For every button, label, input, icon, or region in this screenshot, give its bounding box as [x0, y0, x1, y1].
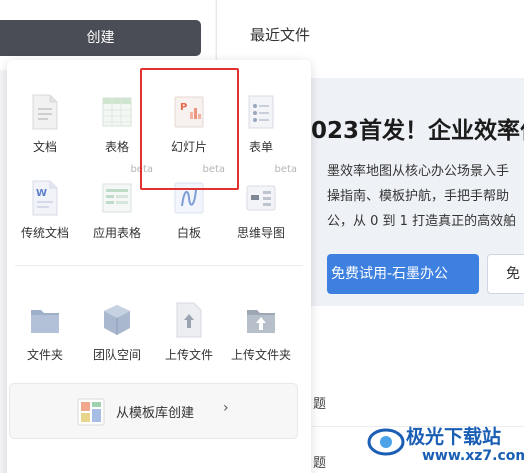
- banner-line-3: 公，从 0 到 1 打造真正的高效舶: [327, 214, 517, 229]
- folder-icon: [31, 310, 59, 333]
- banner-title: 023首发！企业效率作: [311, 118, 524, 144]
- create-button[interactable]: 创建: [0, 20, 201, 56]
- word-doc-icon: W: [32, 180, 58, 216]
- upload-folder[interactable]: 上传文件夹: [223, 302, 299, 384]
- upload-folder-icon: [247, 310, 275, 333]
- create-document[interactable]: 文档: [7, 94, 83, 176]
- form-icon: [248, 95, 274, 129]
- tile-label: 上传文件: [164, 348, 213, 362]
- beta-badge: beta: [274, 164, 297, 175]
- tile-label: 团队空间: [92, 348, 141, 362]
- create-word-doc[interactable]: W 传统文档: [7, 180, 83, 262]
- chevron-right-icon: ›: [223, 400, 229, 416]
- menu-divider: [15, 265, 303, 266]
- spreadsheet-icon: [102, 97, 132, 127]
- watermark-text: 极光下载站: [406, 426, 502, 448]
- tile-label: 文档: [32, 140, 57, 154]
- secondary-banner-button[interactable]: 免: [487, 254, 524, 294]
- app-table-icon: [102, 183, 132, 213]
- list-item[interactable]: 题: [313, 452, 326, 471]
- mindmap-icon: [246, 185, 276, 211]
- list-item[interactable]: 题: [313, 393, 326, 412]
- free-trial-button[interactable]: 免费试用-石墨办公: [327, 254, 479, 294]
- upload-file-icon: [176, 302, 202, 338]
- tile-label: 传统文档: [20, 226, 69, 240]
- highlight-box: [140, 68, 239, 190]
- tile-label: 白板: [176, 226, 201, 240]
- document-icon: [32, 94, 58, 130]
- svg-text:W: W: [36, 188, 47, 199]
- template-label: 从模板库创建: [116, 406, 195, 421]
- watermark: 极光下载站 www.xz7.com: [366, 420, 524, 470]
- recent-files-title: 最近文件: [250, 26, 311, 44]
- watermark-url: www.xz7.com: [422, 448, 524, 464]
- create-app-table[interactable]: 应用表格: [79, 180, 155, 262]
- tile-label: 上传文件夹: [230, 348, 291, 362]
- upload-file[interactable]: 上传文件: [151, 302, 227, 384]
- tile-label: 思维导图: [236, 226, 285, 240]
- create-whiteboard[interactable]: 白板: [151, 180, 227, 262]
- team-space-icon: [104, 305, 130, 335]
- create-mindmap[interactable]: 思维导图: [223, 180, 299, 262]
- watermark-logo-icon: [367, 428, 405, 456]
- create-team-space[interactable]: 团队空间: [79, 302, 155, 384]
- banner-line-2: 操指南、模板护航，手把手帮助: [327, 189, 510, 204]
- tile-label: 文件夹: [26, 348, 63, 362]
- template-icon: [77, 398, 105, 426]
- create-folder[interactable]: 文件夹: [7, 302, 83, 384]
- create-from-template-button[interactable]: 从模板库创建 ›: [9, 383, 298, 439]
- banner-line-1: 墨效率地图从核心办公场景入手: [327, 164, 510, 179]
- tile-label: 应用表格: [92, 226, 141, 240]
